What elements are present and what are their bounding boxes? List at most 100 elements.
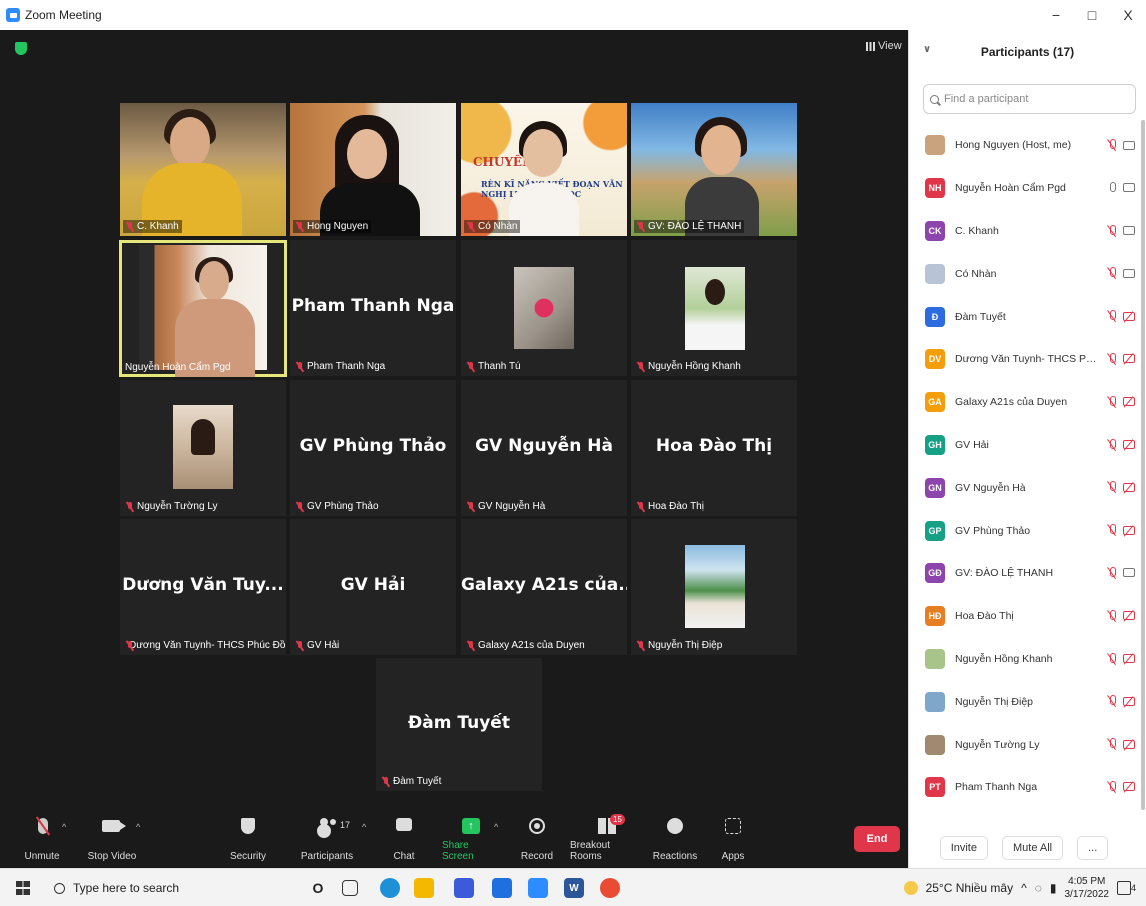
chat-button[interactable]: Chat bbox=[388, 812, 420, 868]
participant-row[interactable]: HĐ Hoa Đào Thị bbox=[909, 595, 1139, 638]
camera-off-icon[interactable] bbox=[1123, 311, 1135, 321]
video-tile[interactable]: Thanh Tú bbox=[461, 240, 627, 376]
camera-icon[interactable] bbox=[1123, 140, 1135, 150]
breakout-rooms-button[interactable]: 15 Breakout Rooms bbox=[570, 812, 642, 868]
muted-mic-icon[interactable] bbox=[1107, 438, 1117, 451]
chevron-down-icon[interactable]: ∨ bbox=[923, 44, 931, 55]
video-tile[interactable]: GV Nguyễn Hà GV Nguyễn Hà bbox=[461, 380, 627, 516]
muted-mic-icon[interactable] bbox=[1107, 395, 1117, 408]
video-tile[interactable]: Đàm Tuyết Đàm Tuyết bbox=[376, 658, 542, 791]
taskbar-search[interactable]: Type here to search bbox=[48, 875, 288, 901]
record-button[interactable]: Record bbox=[518, 812, 556, 868]
muted-mic-icon[interactable] bbox=[1107, 224, 1117, 237]
video-tile[interactable]: Hoa Đào Thị Hoa Đào Thị bbox=[631, 380, 797, 516]
muted-mic-icon[interactable] bbox=[1107, 352, 1117, 365]
battery-icon[interactable]: ▮ bbox=[1050, 881, 1057, 895]
camera-icon[interactable] bbox=[1123, 268, 1135, 278]
zoom-taskbar-icon[interactable] bbox=[528, 878, 548, 898]
video-tile[interactable]: Hong Nguyen bbox=[290, 103, 456, 236]
participant-row[interactable]: Hong Nguyen (Host, me) bbox=[909, 124, 1139, 167]
minimize-button[interactable]: − bbox=[1038, 0, 1074, 30]
cortana-icon[interactable]: O bbox=[308, 878, 328, 898]
mic-icon[interactable] bbox=[1107, 181, 1117, 194]
muted-mic-icon[interactable] bbox=[1107, 695, 1117, 707]
participant-row[interactable]: NH Nguyễn Hoàn Cẩm Pgd bbox=[909, 167, 1139, 210]
photos-app-icon[interactable] bbox=[454, 878, 474, 898]
network-icon[interactable]: ◌ bbox=[1035, 881, 1042, 895]
participant-row[interactable]: PT Pham Thanh Nga bbox=[909, 766, 1139, 809]
caret-up-icon[interactable]: ^ bbox=[362, 822, 366, 832]
participant-row[interactable]: GA Galaxy A21s của Duyen bbox=[909, 381, 1139, 424]
view-button[interactable]: View bbox=[866, 40, 902, 52]
muted-mic-icon[interactable] bbox=[1107, 310, 1117, 322]
weather-text[interactable]: 25°C Nhiều mây bbox=[926, 881, 1014, 895]
stop-video-button[interactable]: ^ Stop Video bbox=[84, 812, 140, 868]
clock[interactable]: 4:05 PM 3/17/2022 bbox=[1064, 875, 1109, 901]
muted-mic-icon[interactable] bbox=[1107, 524, 1117, 536]
invite-button[interactable]: Invite bbox=[939, 836, 988, 860]
edge-icon[interactable] bbox=[380, 878, 400, 898]
muted-mic-icon[interactable] bbox=[1107, 566, 1117, 579]
muted-mic-icon[interactable] bbox=[1107, 780, 1117, 793]
participant-row[interactable]: CK C. Khanh bbox=[909, 210, 1139, 253]
video-tile[interactable]: C. Khanh bbox=[120, 103, 286, 236]
word-icon[interactable]: W bbox=[564, 878, 584, 898]
participant-row[interactable]: GN GV Nguyễn Hà bbox=[909, 466, 1139, 509]
caret-up-icon[interactable]: ^ bbox=[136, 822, 140, 832]
video-tile[interactable]: Nguyễn Hồng Khanh bbox=[631, 240, 797, 376]
caret-up-icon[interactable]: ^ bbox=[494, 822, 498, 832]
participant-row[interactable]: Có Nhàn bbox=[909, 252, 1139, 295]
video-tile[interactable]: Dương Văn Tuy... Dương Văn Tuynh- THCS P… bbox=[120, 519, 286, 655]
participant-row[interactable]: GH GV Hải bbox=[909, 424, 1139, 467]
chrome-icon[interactable] bbox=[600, 878, 620, 898]
muted-mic-icon[interactable] bbox=[1107, 481, 1117, 493]
muted-mic-icon[interactable] bbox=[1107, 738, 1117, 750]
muted-mic-icon[interactable] bbox=[1107, 139, 1117, 151]
camera-off-icon[interactable] bbox=[1123, 654, 1135, 664]
camera-off-icon[interactable] bbox=[1123, 354, 1135, 364]
mute-all-button[interactable]: Mute All bbox=[1001, 836, 1064, 860]
camera-off-icon[interactable] bbox=[1123, 611, 1135, 621]
mail-icon[interactable] bbox=[492, 878, 512, 898]
file-explorer-icon[interactable] bbox=[414, 878, 434, 898]
video-tile[interactable]: GV Hải GV Hải bbox=[290, 519, 456, 655]
restore-button[interactable]: □ bbox=[1074, 0, 1110, 30]
more-options-button[interactable]: ... bbox=[1077, 836, 1109, 860]
camera-off-icon[interactable] bbox=[1123, 440, 1135, 450]
participant-search-box[interactable]: Find a participant bbox=[923, 84, 1136, 114]
camera-off-icon[interactable] bbox=[1123, 525, 1135, 535]
video-tile[interactable]: Galaxy A21s của... Galaxy A21s của Duyen bbox=[461, 519, 627, 655]
video-tile[interactable]: GV: ĐÀO LỆ THANH bbox=[631, 103, 797, 236]
security-button[interactable]: Security bbox=[224, 812, 272, 868]
end-meeting-button[interactable]: End bbox=[854, 826, 900, 852]
participant-row[interactable]: Đ Đàm Tuyết bbox=[909, 295, 1139, 338]
encryption-shield-icon[interactable] bbox=[15, 42, 27, 55]
camera-off-icon[interactable] bbox=[1123, 739, 1135, 749]
close-button[interactable]: X bbox=[1110, 0, 1146, 30]
camera-off-icon[interactable] bbox=[1123, 782, 1135, 792]
camera-icon[interactable] bbox=[1123, 183, 1135, 193]
video-tile[interactable]: CHUYÊN ĐỀ RÈN KĨ NĂNG VIẾT ĐOẠN VĂN NGHỊ… bbox=[461, 103, 627, 236]
muted-mic-icon[interactable] bbox=[1107, 267, 1117, 279]
camera-icon[interactable] bbox=[1123, 568, 1135, 578]
muted-mic-icon[interactable] bbox=[1107, 609, 1117, 622]
video-tile[interactable]: Nguyễn Tường Ly bbox=[120, 380, 286, 516]
camera-off-icon[interactable] bbox=[1123, 696, 1135, 706]
video-tile[interactable]: GV Phùng Thảo GV Phùng Thảo bbox=[290, 380, 456, 516]
video-tile-active-speaker[interactable]: Nguyễn Hoàn Cẩm Pgd bbox=[119, 240, 287, 377]
camera-icon[interactable] bbox=[1123, 226, 1135, 236]
chevron-up-icon[interactable]: ^ bbox=[1021, 881, 1027, 895]
participant-row[interactable]: DV Dương Văn Tuynh- THCS Phúc Đ... bbox=[909, 338, 1139, 381]
unmute-button[interactable]: ^ Unmute bbox=[20, 812, 66, 868]
camera-off-icon[interactable] bbox=[1123, 482, 1135, 492]
video-tile[interactable]: Pham Thanh Nga Pham Thanh Nga bbox=[290, 240, 456, 376]
windows-start-icon[interactable] bbox=[16, 881, 30, 895]
participant-row[interactable]: Nguyễn Hồng Khanh bbox=[909, 638, 1139, 681]
muted-mic-icon[interactable] bbox=[1107, 652, 1117, 665]
participant-row[interactable]: Nguyễn Tường Ly bbox=[909, 723, 1139, 766]
caret-up-icon[interactable]: ^ bbox=[62, 822, 66, 832]
reactions-button[interactable]: Reactions bbox=[652, 812, 698, 868]
notification-icon[interactable] bbox=[1116, 881, 1131, 895]
participant-row[interactable]: GP GV Phùng Thảo bbox=[909, 509, 1139, 552]
task-view-icon[interactable] bbox=[342, 880, 358, 896]
